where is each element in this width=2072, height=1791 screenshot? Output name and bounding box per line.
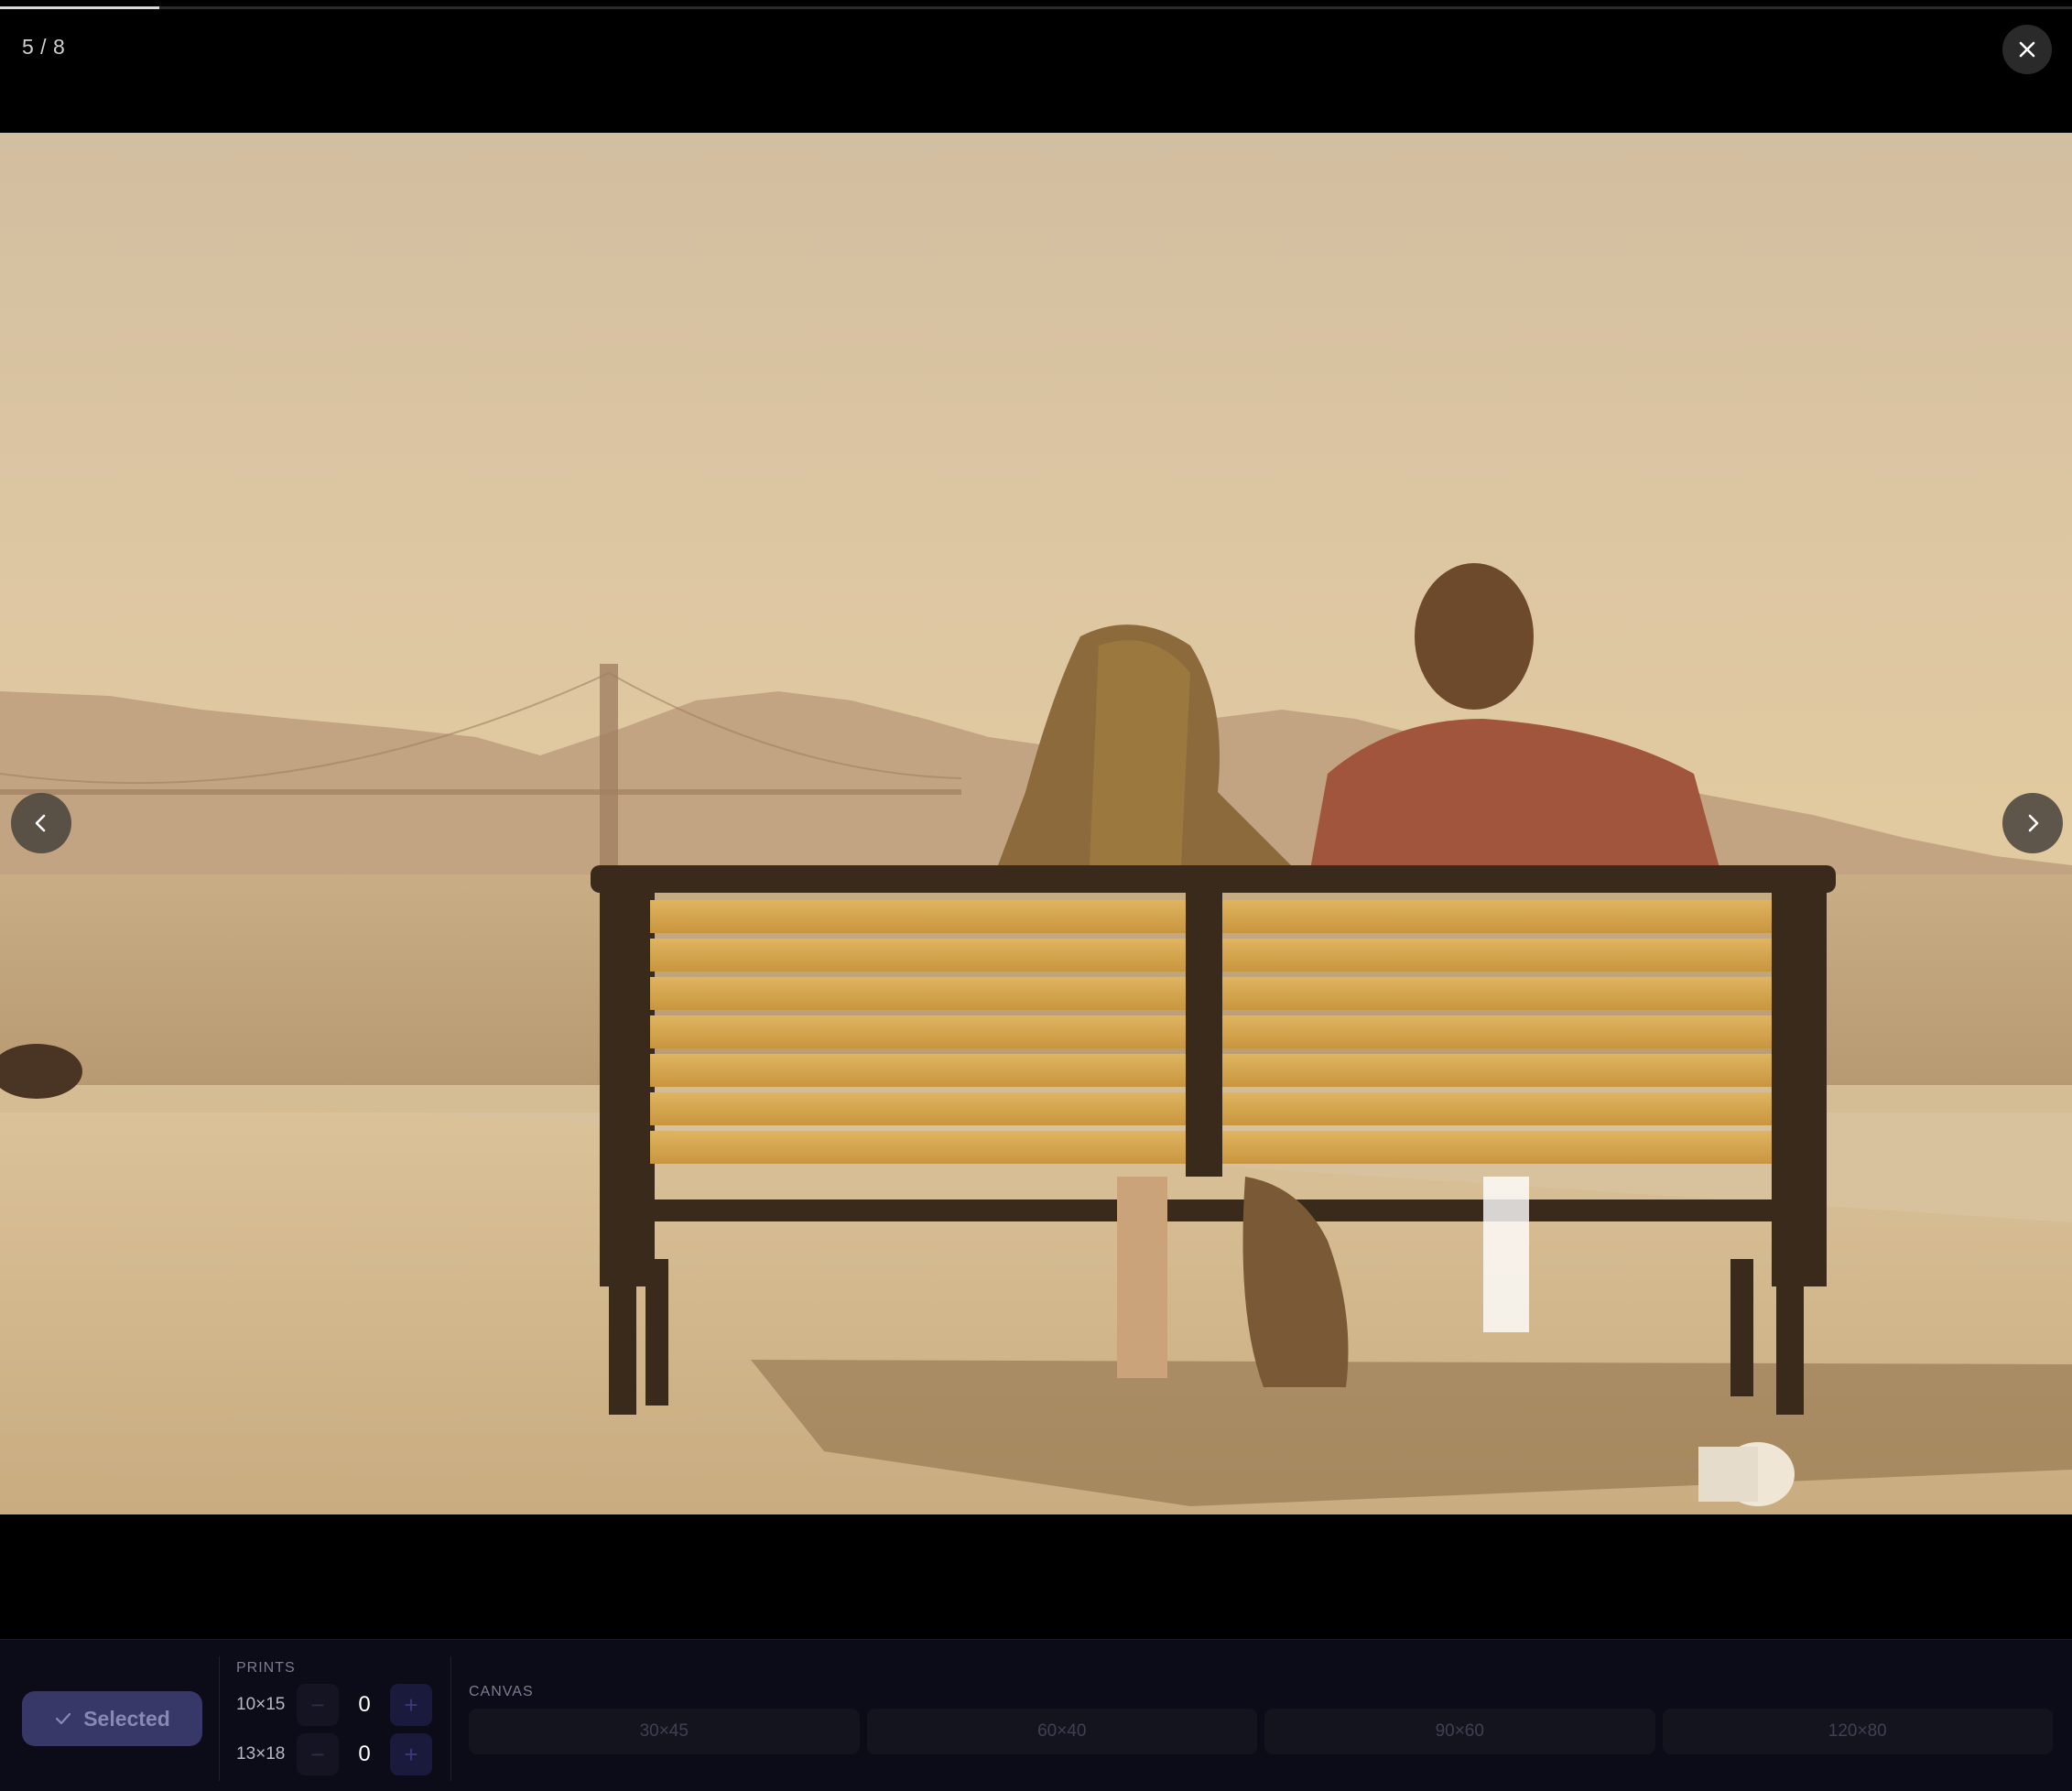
- previous-button[interactable]: [11, 793, 71, 853]
- print-row-13x18: 13×18 − 0 +: [236, 1733, 432, 1775]
- photo-viewer: 5 / 8 Selected PRINTS CANVAS 10×15 − 0 +…: [0, 0, 2072, 1791]
- chevron-left-icon: [35, 814, 46, 832]
- select-toggle-button[interactable]: Selected: [22, 1691, 202, 1746]
- print-row-10x15: 10×15 − 0 +: [236, 1684, 432, 1726]
- canvas-option-90x60[interactable]: 90×60: [1264, 1709, 1655, 1754]
- select-label: Selected: [83, 1706, 170, 1731]
- check-icon: [56, 1712, 71, 1725]
- photo-counter: 5 / 8: [22, 35, 66, 59]
- canvas-option-60x40[interactable]: 60×40: [866, 1709, 1257, 1754]
- decrement-button[interactable]: −: [297, 1684, 339, 1726]
- photo: [0, 133, 2072, 1514]
- close-button[interactable]: [2002, 25, 2052, 74]
- prints-section-label: PRINTS: [236, 1660, 296, 1676]
- print-quantity: 0: [358, 1692, 371, 1717]
- print-quantity: 0: [358, 1742, 371, 1766]
- decrement-button[interactable]: −: [297, 1733, 339, 1775]
- photo-image: [0, 133, 2072, 1514]
- print-size-label: 10×15: [236, 1695, 286, 1714]
- increment-button[interactable]: +: [390, 1684, 432, 1726]
- next-button[interactable]: [2002, 793, 2063, 853]
- chevron-right-icon: [2028, 814, 2039, 832]
- progress-fill: [0, 6, 159, 9]
- canvas-options: 30×45 60×40 90×60 120×80: [469, 1709, 2053, 1754]
- divider: [450, 1656, 451, 1781]
- divider: [219, 1656, 220, 1781]
- canvas-option-30x45[interactable]: 30×45: [469, 1709, 860, 1754]
- canvas-option-120x80[interactable]: 120×80: [1662, 1709, 2053, 1754]
- close-icon: [2019, 41, 2035, 58]
- print-size-label: 13×18: [236, 1744, 286, 1764]
- increment-button[interactable]: +: [390, 1733, 432, 1775]
- canvas-section-label: CANVAS: [469, 1684, 534, 1699]
- progress-track: [0, 6, 2072, 9]
